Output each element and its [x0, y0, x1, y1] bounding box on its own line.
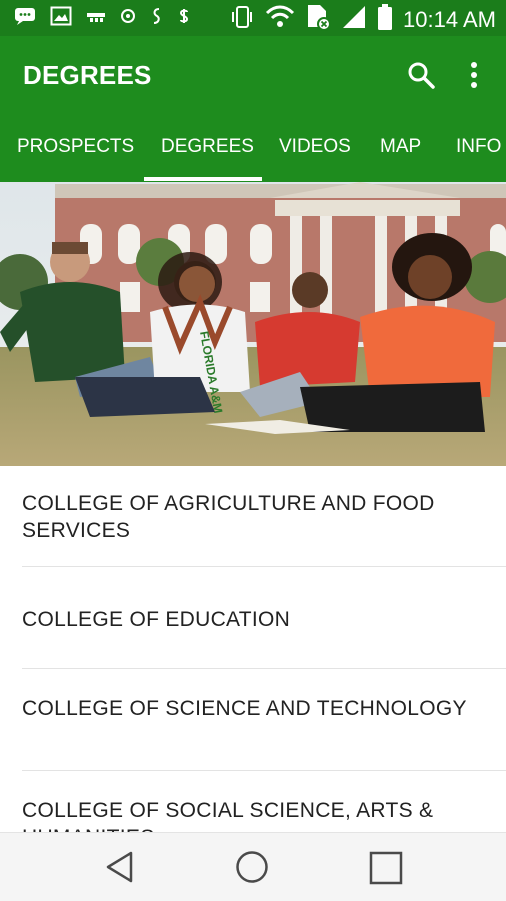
list-item[interactable]: COLLEGE OF AGRICULTURE AND FOOD SERVICES — [22, 490, 506, 544]
battery-icon — [377, 3, 393, 36]
tab-videos[interactable]: VIDEOS — [279, 136, 351, 158]
dollar-icon — [178, 7, 190, 33]
wifi-icon — [265, 4, 295, 35]
message-icon — [14, 7, 36, 33]
tab-degrees[interactable]: DEGREES — [161, 136, 254, 158]
navigation-bar — [0, 832, 506, 901]
script-icon — [150, 7, 164, 33]
divider — [22, 566, 506, 567]
home-icon[interactable] — [235, 850, 269, 889]
clock: 10:14 AM — [403, 6, 496, 32]
vibrate-icon — [229, 4, 255, 35]
page-title: DEGREES — [23, 60, 152, 90]
status-bar: 10:14 AM — [0, 0, 506, 36]
system-status: 10:14 AM — [229, 3, 496, 36]
divider — [22, 770, 506, 771]
app-bar: DEGREES — [0, 36, 506, 114]
signal-app-icon — [86, 8, 106, 32]
circle-app-icon — [120, 8, 136, 32]
more-vert-icon[interactable] — [464, 60, 484, 90]
sim-icon — [305, 3, 332, 36]
list-item[interactable]: COLLEGE OF SCIENCE AND TECHNOLOGY — [22, 695, 506, 722]
search-icon[interactable] — [406, 60, 436, 90]
notification-icons — [14, 6, 190, 34]
recents-icon[interactable] — [369, 851, 403, 890]
cell-signal-icon — [341, 4, 367, 35]
divider — [22, 668, 506, 669]
back-icon[interactable] — [103, 850, 137, 889]
list-item[interactable]: COLLEGE OF EDUCATION — [22, 606, 506, 633]
tab-indicator — [144, 177, 262, 181]
tab-prospects[interactable]: PROSPECTS — [17, 136, 134, 158]
hero-image: FLORIDA A&M — [0, 182, 506, 466]
image-icon — [50, 6, 72, 34]
tab-info[interactable]: INFO — [456, 136, 501, 158]
tab-bar: PROSPECTS DEGREES VIDEOS MAP INFO — [0, 114, 506, 182]
tab-map[interactable]: MAP — [380, 136, 421, 158]
